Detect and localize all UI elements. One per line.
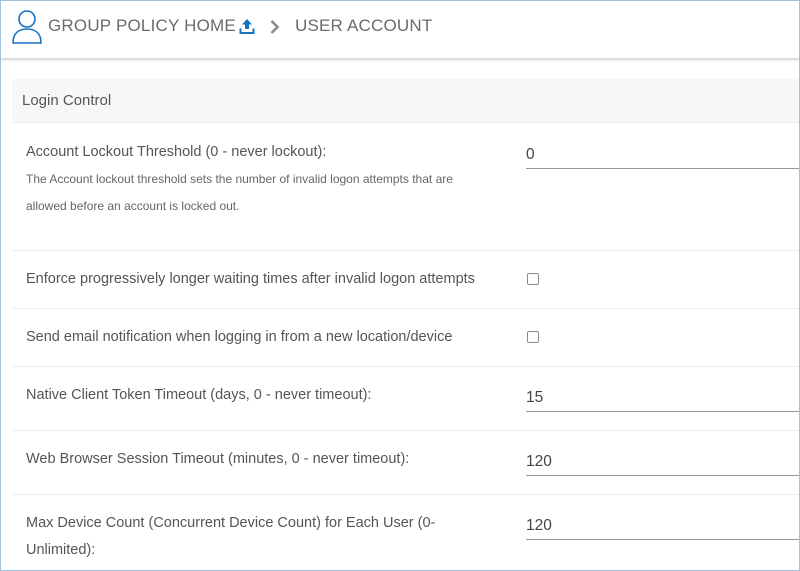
breadcrumb-header: GROUP POLICY HOME USER ACCOUNT — [1, 1, 799, 59]
lockout-threshold-description-2: allowed before an account is locked out. — [26, 199, 240, 213]
setting-row-progressive-wait: Enforce progressively longer waiting tim… — [12, 251, 799, 309]
section-title: Login Control — [22, 92, 112, 109]
native-token-timeout-label: Native Client Token Timeout (days, 0 - n… — [26, 387, 372, 403]
breadcrumb-home-link[interactable]: GROUP POLICY HOME — [48, 16, 236, 36]
setting-row-web-session-timeout: Web Browser Session Timeout (minutes, 0 … — [12, 431, 799, 495]
settings-content: Login Control Account Lockout Threshold … — [2, 61, 799, 570]
setting-row-lockout-threshold: Account Lockout Threshold (0 - never loc… — [12, 124, 799, 251]
max-device-count-label-2: Unlimited): — [26, 542, 96, 558]
progressive-wait-checkbox[interactable] — [527, 273, 539, 285]
lockout-threshold-label: Account Lockout Threshold (0 - never loc… — [26, 144, 327, 160]
setting-row-native-token-timeout: Native Client Token Timeout (days, 0 - n… — [12, 367, 799, 431]
email-notification-checkbox[interactable] — [527, 331, 539, 343]
section-header: Login Control — [12, 79, 799, 123]
breadcrumb-current: USER ACCOUNT — [295, 16, 433, 35]
chevron-right-icon — [270, 20, 280, 34]
setting-row-max-device-count: Max Device Count (Concurrent Device Coun… — [12, 495, 799, 570]
lockout-threshold-description: The Account lockout threshold sets the n… — [26, 172, 453, 186]
progressive-wait-label: Enforce progressively longer waiting tim… — [26, 271, 475, 287]
app-window: GROUP POLICY HOME USER ACCOUNT Login Con… — [0, 0, 800, 571]
email-notification-label: Send email notification when logging in … — [26, 329, 453, 345]
user-icon — [12, 10, 42, 44]
native-token-timeout-input[interactable]: 15 — [526, 384, 799, 412]
setting-row-email-notification: Send email notification when logging in … — [12, 309, 799, 367]
web-session-timeout-label: Web Browser Session Timeout (minutes, 0 … — [26, 451, 410, 467]
lockout-threshold-input[interactable]: 0 — [526, 141, 799, 169]
web-session-timeout-input[interactable]: 120 — [526, 448, 799, 476]
upload-icon[interactable] — [238, 18, 256, 36]
max-device-count-label: Max Device Count (Concurrent Device Coun… — [26, 515, 436, 531]
max-device-count-input[interactable]: 120 — [526, 512, 799, 540]
